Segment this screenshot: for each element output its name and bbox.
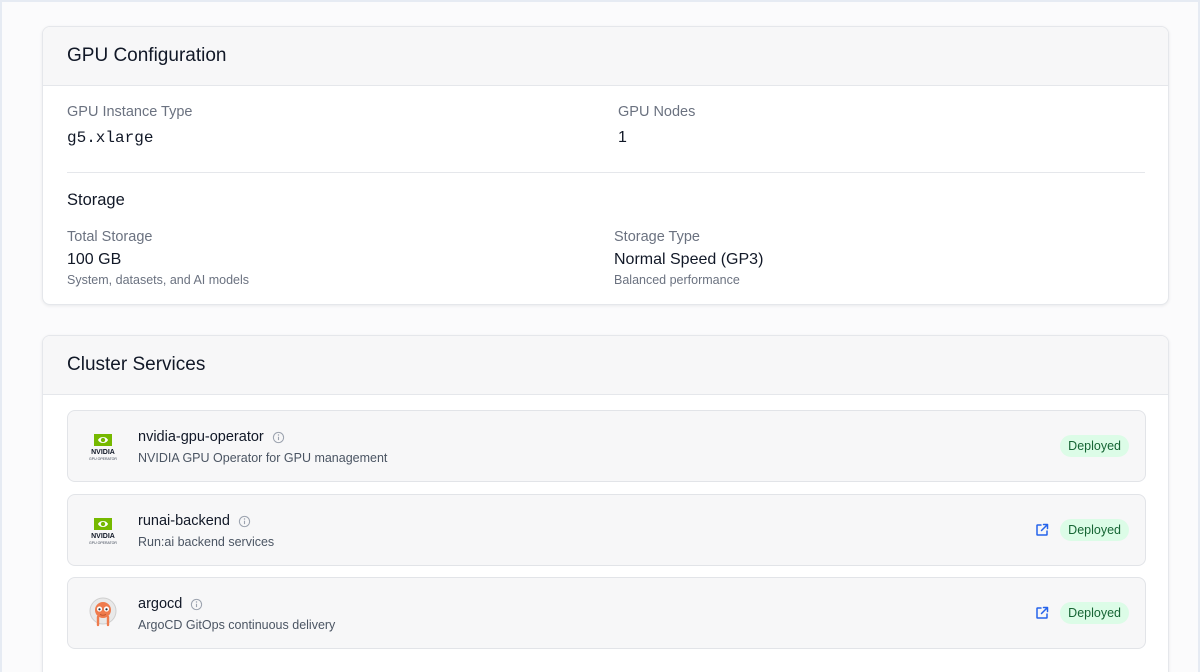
service-name-text: argocd — [138, 596, 183, 612]
status-badge: Deployed — [1060, 519, 1129, 541]
service-name: runai-backend — [138, 513, 251, 529]
argocd-logo-icon — [89, 597, 117, 627]
nvidia-logo-text: NVIDIA — [91, 449, 115, 456]
service-name-text: runai-backend — [138, 513, 230, 529]
status-badge: Deployed — [1060, 435, 1129, 457]
external-link-icon[interactable] — [1034, 605, 1050, 621]
gpu-instance-type-field: GPU Instance Type g5.xlarge — [67, 104, 192, 147]
gpu-configuration-card: GPU Configuration GPU Instance Type g5.x… — [42, 26, 1169, 305]
nvidia-logo-subtext: GPU OPERATOR — [89, 541, 117, 545]
service-name: nvidia-gpu-operator — [138, 429, 285, 445]
gpu-nodes-value: 1 — [618, 129, 627, 146]
service-name: argocd — [138, 596, 203, 612]
gpu-instance-type-label: GPU Instance Type — [67, 104, 193, 120]
storage-type-value: Normal Speed (GP3) — [614, 251, 764, 268]
service-row-runai-backend: NVIDIA GPU OPERATOR runai-backend Run:ai… — [67, 494, 1146, 566]
nvidia-logo-icon: NVIDIA GPU OPERATOR — [89, 518, 117, 545]
service-description: NVIDIA GPU Operator for GPU management — [138, 451, 388, 465]
page-frame: GPU Configuration GPU Instance Type g5.x… — [2, 2, 1198, 672]
storage-section-title: Storage — [67, 191, 125, 209]
total-storage-field: Total Storage 100 GB System, datasets, a… — [67, 229, 249, 287]
info-icon[interactable] — [238, 515, 251, 528]
service-row-argocd: argocd ArgoCD GitOps continuous delivery… — [67, 577, 1146, 649]
service-description: ArgoCD GitOps continuous delivery — [138, 618, 336, 632]
info-icon[interactable] — [272, 431, 285, 444]
total-storage-description: System, datasets, and AI models — [67, 273, 250, 287]
cluster-services-title: Cluster Services — [43, 336, 1168, 395]
storage-type-label: Storage Type — [614, 229, 700, 245]
gpu-nodes-field: GPU Nodes 1 — [618, 104, 695, 147]
storage-type-field: Storage Type Normal Speed (GP3) Balanced… — [614, 229, 763, 287]
gpu-configuration-title: GPU Configuration — [43, 27, 1168, 86]
storage-type-description: Balanced performance — [614, 273, 740, 287]
service-name-text: nvidia-gpu-operator — [138, 429, 264, 445]
service-row-nvidia-gpu-operator: NVIDIA GPU OPERATOR nvidia-gpu-operator … — [67, 410, 1146, 482]
gpu-instance-type-value: g5.xlarge — [67, 129, 154, 147]
info-icon[interactable] — [190, 598, 203, 611]
nvidia-logo-icon: NVIDIA GPU OPERATOR — [89, 434, 117, 461]
total-storage-value: 100 GB — [67, 251, 122, 268]
service-description: Run:ai backend services — [138, 535, 275, 549]
nvidia-logo-subtext: GPU OPERATOR — [89, 457, 117, 461]
section-divider — [67, 172, 1145, 173]
gpu-nodes-label: GPU Nodes — [618, 104, 696, 120]
cluster-services-card: Cluster Services NVIDIA GPU OPERATOR nvi… — [42, 335, 1169, 672]
external-link-icon[interactable] — [1034, 522, 1050, 538]
nvidia-logo-text: NVIDIA — [91, 533, 115, 540]
status-badge: Deployed — [1060, 602, 1129, 624]
total-storage-label: Total Storage — [67, 229, 153, 245]
